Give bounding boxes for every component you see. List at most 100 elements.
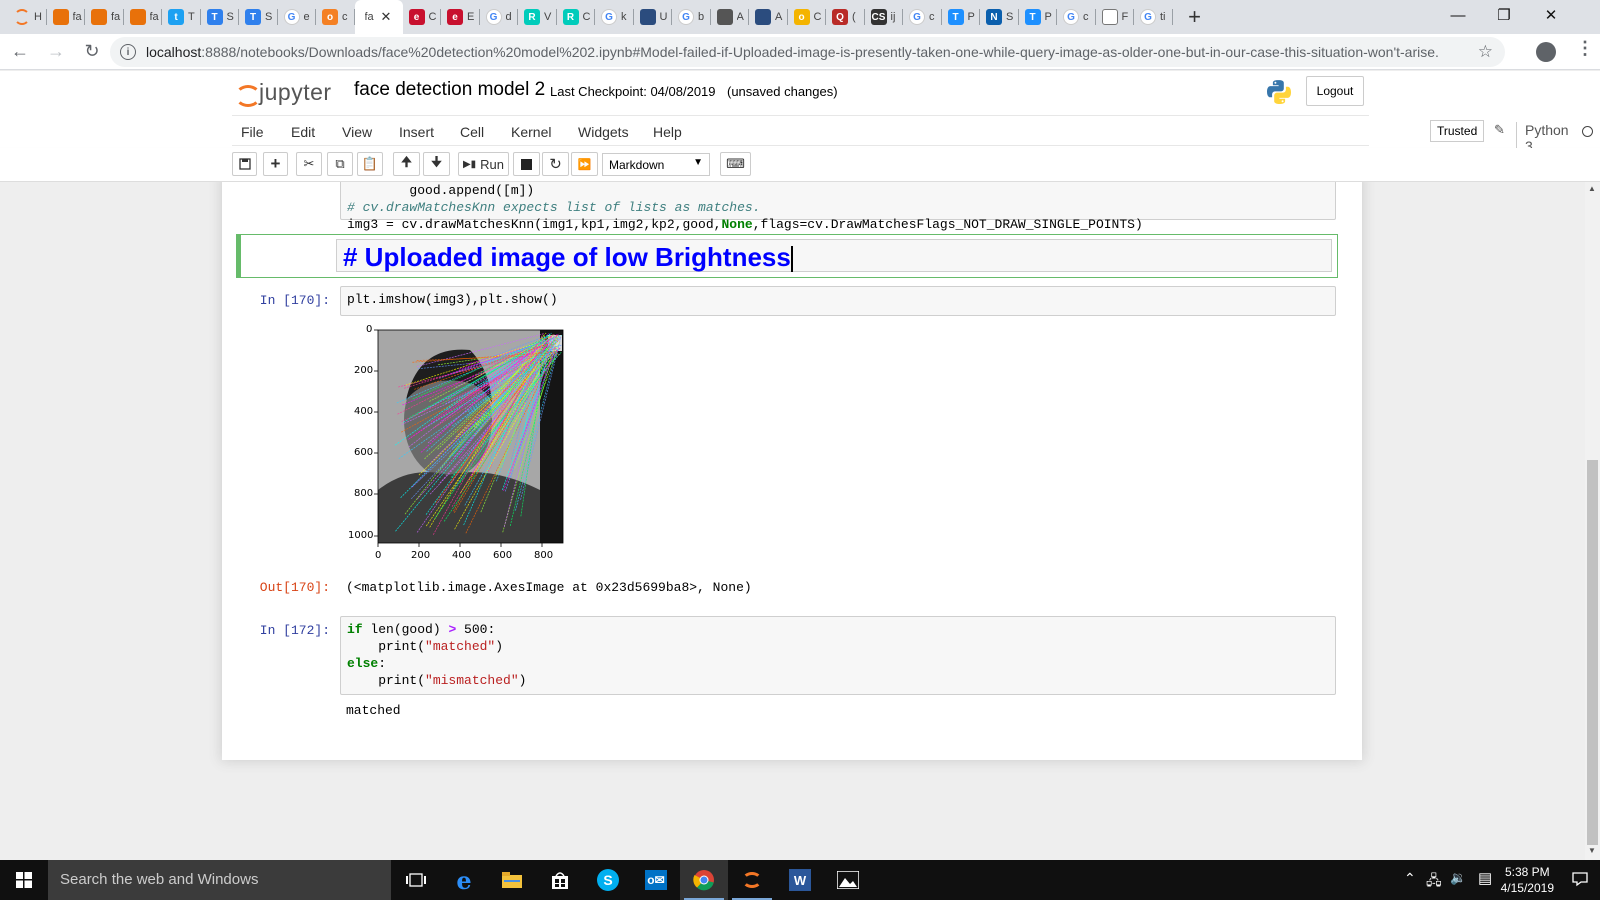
- markdown-cell-selected[interactable]: # Uploaded image of low Brightness: [236, 234, 1338, 278]
- copy-button[interactable]: ⧉: [327, 152, 353, 176]
- interrupt-button[interactable]: [513, 152, 540, 176]
- task-view-button[interactable]: [392, 860, 440, 900]
- tab-title: S: [265, 11, 273, 23]
- insert-cell-button[interactable]: +: [263, 152, 288, 176]
- browser-tab[interactable]: RV: [518, 0, 557, 34]
- menu-help[interactable]: Help: [653, 124, 682, 140]
- browser-tab[interactable]: oC: [788, 0, 827, 34]
- logout-button[interactable]: Logout: [1306, 76, 1364, 106]
- menu-kernel[interactable]: Kernel: [511, 124, 551, 140]
- browser-tab[interactable]: oc: [316, 0, 355, 34]
- menu-edit[interactable]: Edit: [291, 124, 315, 140]
- forward-button[interactable]: →: [40, 36, 72, 68]
- show-hidden-icons-icon[interactable]: ⌃: [1404, 870, 1416, 887]
- browser-tab[interactable]: Gti: [1134, 0, 1173, 34]
- code-cell-input[interactable]: plt.imshow(img3),plt.show(): [340, 286, 1336, 316]
- browser-tab[interactable]: TS: [239, 0, 278, 34]
- file-explorer-app[interactable]: [488, 860, 536, 900]
- menu-widgets[interactable]: Widgets: [578, 124, 629, 140]
- edge-app[interactable]: e: [440, 860, 488, 900]
- browser-tab[interactable]: Gb: [672, 0, 711, 34]
- photos-app[interactable]: [824, 860, 872, 900]
- minimize-button[interactable]: —: [1435, 0, 1481, 30]
- menu-cell[interactable]: Cell: [460, 124, 484, 140]
- start-button[interactable]: [0, 860, 48, 900]
- browser-tab[interactable]: fa: [47, 0, 86, 34]
- browser-tab[interactable]: TP: [1019, 0, 1058, 34]
- browser-tab[interactable]: CS ij: [865, 0, 904, 34]
- scrollbar-thumb[interactable]: [1587, 460, 1598, 845]
- scroll-up-arrow-icon[interactable]: ▲: [1588, 184, 1596, 193]
- network-icon[interactable]: 🖧: [1426, 870, 1442, 894]
- jupyter-app[interactable]: [728, 860, 776, 900]
- tab-title: V: [544, 11, 552, 23]
- run-button[interactable]: ▶▮ Run: [458, 152, 509, 176]
- page-scrollbar[interactable]: ▲ ▼: [1585, 182, 1600, 860]
- jupyter-logo[interactable]: jupyter: [235, 79, 332, 107]
- browser-tab[interactable]: Gk: [595, 0, 634, 34]
- taskbar-clock[interactable]: 5:38 PM 4/15/2019: [1501, 864, 1554, 896]
- browser-tab-active[interactable]: fa ✕: [354, 0, 403, 34]
- markdown-editor[interactable]: # Uploaded image of low Brightness: [336, 239, 1332, 273]
- save-button[interactable]: [232, 152, 257, 176]
- address-bar[interactable]: i localhost:8888/notebooks/Downloads/fac…: [110, 37, 1505, 67]
- scroll-down-arrow-icon[interactable]: ▼: [1588, 846, 1596, 855]
- url-text[interactable]: localhost:8888/notebooks/Downloads/face%…: [146, 44, 1466, 60]
- skype-app[interactable]: S: [584, 860, 632, 900]
- browser-tab[interactable]: Ge: [278, 0, 317, 34]
- browser-menu-icon[interactable]: ⋮: [1576, 38, 1594, 59]
- store-app[interactable]: [536, 860, 584, 900]
- notebook-title[interactable]: face detection model 2: [354, 79, 545, 101]
- browser-tab[interactable]: eC: [403, 0, 442, 34]
- move-down-button[interactable]: 🠋: [423, 152, 450, 176]
- code-cell-input[interactable]: if len(good) > 500: print("matched") els…: [340, 616, 1336, 695]
- new-tab-button[interactable]: +: [1183, 4, 1207, 30]
- tab-title: fa: [111, 11, 121, 23]
- outlook-app[interactable]: o✉: [632, 860, 680, 900]
- profile-avatar-icon[interactable]: [1536, 42, 1556, 62]
- notifications-icon[interactable]: [1572, 871, 1588, 887]
- browser-tab[interactable]: Gd: [480, 0, 519, 34]
- browser-tab[interactable]: U: [634, 0, 673, 34]
- menu-file[interactable]: File: [241, 124, 264, 140]
- trusted-indicator[interactable]: Trusted: [1430, 120, 1485, 142]
- restart-run-all-button[interactable]: ⏩: [571, 152, 598, 176]
- browser-tab[interactable]: Q(: [826, 0, 865, 34]
- browser-tab[interactable]: tT: [162, 0, 201, 34]
- close-tab-icon[interactable]: ✕: [381, 9, 392, 25]
- browser-tab[interactable]: TS: [201, 0, 240, 34]
- info-icon[interactable]: i: [120, 44, 136, 60]
- taskbar-search-box[interactable]: Search the web and Windows: [48, 860, 391, 900]
- cut-button[interactable]: ✂: [296, 152, 322, 176]
- bookmark-star-icon[interactable]: ☆: [1478, 42, 1493, 62]
- close-window-button[interactable]: ✕: [1528, 0, 1574, 30]
- volume-icon[interactable]: 🔉: [1450, 870, 1466, 886]
- browser-tab[interactable]: Gc: [903, 0, 942, 34]
- browser-tab[interactable]: TP: [942, 0, 981, 34]
- browser-tab[interactable]: F: [1096, 0, 1135, 34]
- browser-tab[interactable]: NS: [980, 0, 1019, 34]
- browser-tab[interactable]: fa: [85, 0, 124, 34]
- restore-button[interactable]: ❐: [1481, 0, 1527, 30]
- menu-insert[interactable]: Insert: [399, 124, 434, 140]
- browser-tab[interactable]: eE: [441, 0, 480, 34]
- tab-favicon-icon: G: [678, 9, 694, 25]
- word-app[interactable]: W: [776, 860, 824, 900]
- restart-button[interactable]: ↻: [542, 152, 569, 176]
- browser-tab[interactable]: A: [749, 0, 788, 34]
- menu-view[interactable]: View: [342, 124, 372, 140]
- browser-tab[interactable]: RC: [557, 0, 596, 34]
- move-up-button[interactable]: 🠉: [393, 152, 420, 176]
- command-palette-button[interactable]: ⌨: [720, 152, 751, 176]
- browser-tab[interactable]: A: [711, 0, 750, 34]
- cell-type-select[interactable]: Markdown ▼: [602, 153, 710, 176]
- code-cell-previous[interactable]: good.append([m]) # cv.drawMatchesKnn exp…: [340, 182, 1336, 232]
- action-center-icon[interactable]: ▤: [1478, 869, 1492, 887]
- reload-button[interactable]: ↻: [76, 36, 108, 68]
- back-button[interactable]: ←: [4, 36, 36, 68]
- chrome-app[interactable]: [680, 860, 728, 900]
- paste-button[interactable]: 📋: [357, 152, 383, 176]
- browser-tab[interactable]: H: [8, 0, 47, 34]
- browser-tab[interactable]: Gc: [1057, 0, 1096, 34]
- browser-tab[interactable]: fa: [124, 0, 163, 34]
